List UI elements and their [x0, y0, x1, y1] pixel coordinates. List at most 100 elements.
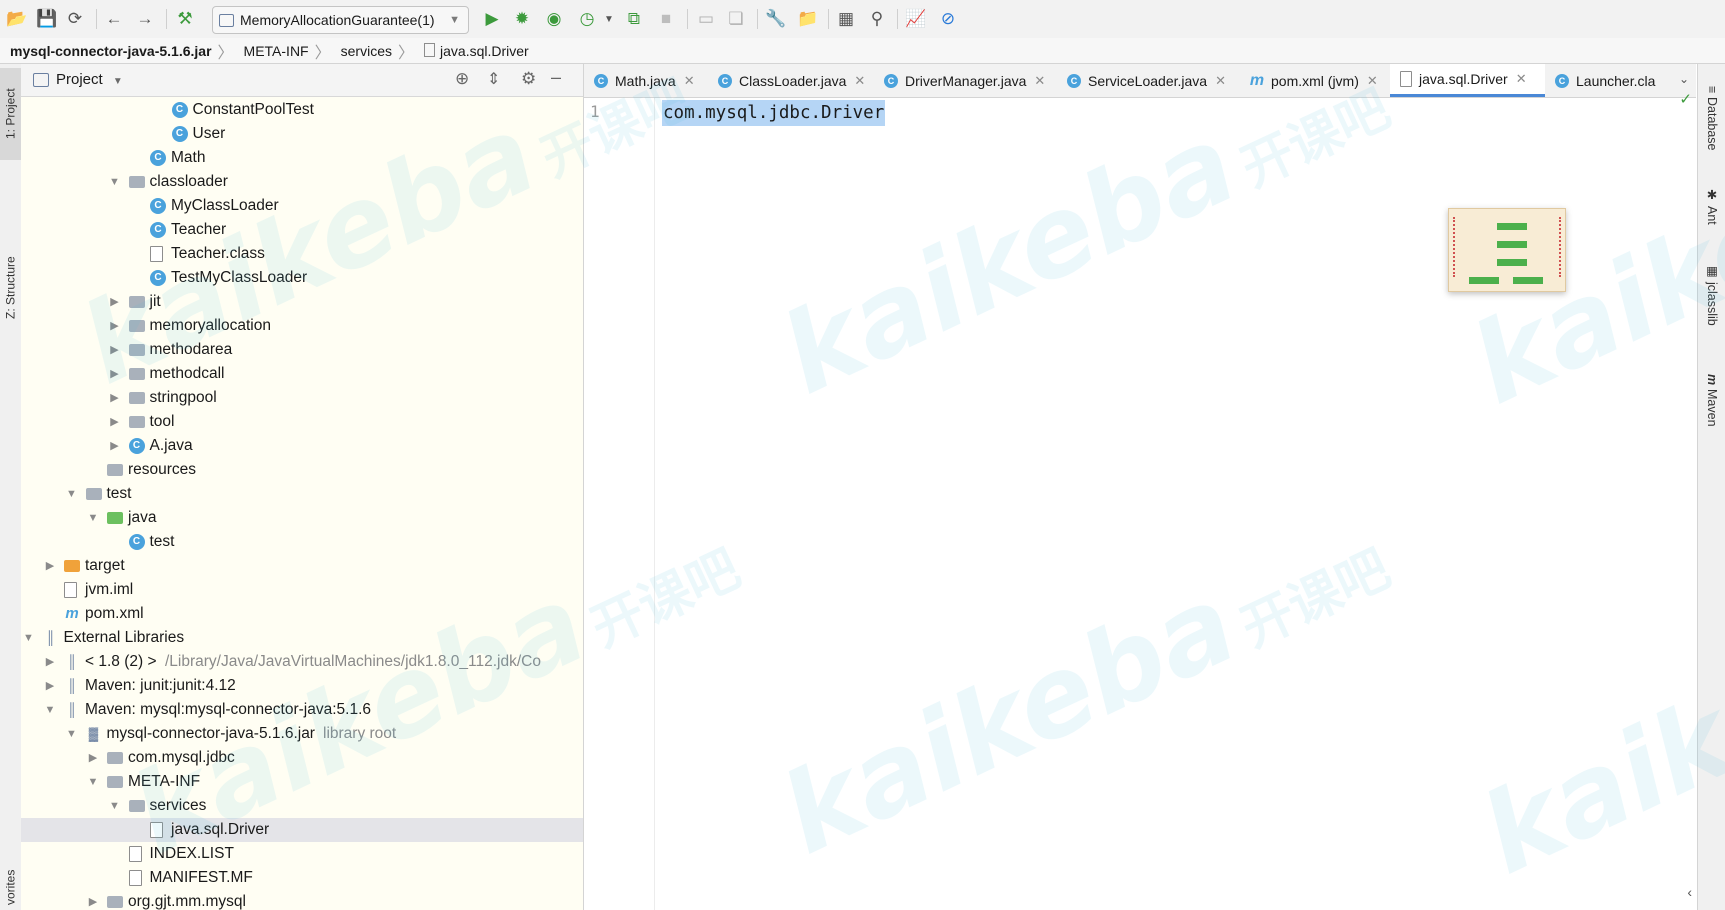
project-tool-tab[interactable]: 1: Project: [0, 68, 21, 160]
code-line-selected[interactable]: com.mysql.jdbc.Driver: [662, 100, 886, 126]
expand-arrow-open-icon[interactable]: ▼: [86, 770, 100, 794]
close-icon[interactable]: ✕: [854, 73, 865, 89]
tree-row[interactable]: resources: [21, 458, 583, 482]
tree-row[interactable]: ▶ methodcall: [21, 362, 583, 386]
chevron-down-icon[interactable]: ▼: [598, 8, 620, 30]
debug-icon[interactable]: ✹: [511, 8, 533, 30]
expand-arrow-open-icon[interactable]: ▼: [65, 722, 79, 746]
chevron-down-icon[interactable]: ⌄: [1679, 72, 1689, 86]
forward-icon[interactable]: →: [134, 8, 156, 30]
open-folder-icon[interactable]: 📂: [6, 8, 28, 30]
expand-arrow-closed-icon[interactable]: ▶: [86, 890, 100, 910]
tree-row[interactable]: ▶ target: [21, 554, 583, 578]
tree-row[interactable]: ▶ ║ Maven: junit:junit:4.12: [21, 674, 583, 698]
locate-file-icon[interactable]: ⊕: [455, 69, 469, 89]
run-configuration-select[interactable]: MemoryAllocationGuarantee(1) ▼: [212, 6, 469, 34]
tree-row[interactable]: ▼ classloader: [21, 170, 583, 194]
tree-row[interactable]: ▶ C A.java: [21, 434, 583, 458]
gear-icon[interactable]: ⚙: [521, 69, 536, 89]
tree-row[interactable]: ▶ methodarea: [21, 338, 583, 362]
tree-row[interactable]: C MyClassLoader: [21, 194, 583, 218]
tree-row[interactable]: m pom.xml: [21, 602, 583, 626]
tree-row[interactable]: MANIFEST.MF: [21, 866, 583, 890]
tree-row[interactable]: C User: [21, 122, 583, 146]
tree-row[interactable]: ▼ services: [21, 794, 583, 818]
expand-arrow-closed-icon[interactable]: ▶: [43, 554, 57, 578]
collapse-all-icon[interactable]: ⇕: [487, 69, 500, 89]
search-icon[interactable]: ⚲: [866, 8, 888, 30]
back-icon[interactable]: ←: [103, 8, 125, 30]
tree-row[interactable]: C Teacher: [21, 218, 583, 242]
tree-row[interactable]: INDEX.LIST: [21, 842, 583, 866]
close-icon[interactable]: ✕: [1215, 73, 1226, 89]
sync-icon[interactable]: ⟳: [64, 8, 86, 30]
expand-arrow-closed-icon[interactable]: ▶: [108, 338, 122, 362]
power-save-icon[interactable]: ⊘: [937, 8, 959, 30]
profile-icon[interactable]: ◷: [576, 8, 598, 30]
build-hammer-icon[interactable]: ⚒: [174, 8, 196, 30]
tree-row[interactable]: ▶ jit: [21, 290, 583, 314]
expand-arrow-open-icon[interactable]: ▼: [86, 506, 100, 530]
attach-debugger-icon[interactable]: ⧉: [623, 8, 645, 30]
save-icon[interactable]: 💾: [36, 8, 58, 30]
jclasslib-tool-tab[interactable]: ▦ jclasslib: [1698, 244, 1725, 344]
tree-row[interactable]: ▶ tool: [21, 410, 583, 434]
breadcrumb-driver-file[interactable]: java.sql.Driver: [414, 42, 535, 59]
tree-row[interactable]: ▶ stringpool: [21, 386, 583, 410]
tree-row[interactable]: ▶ memoryallocation: [21, 314, 583, 338]
activity-monitor-icon[interactable]: 📈: [905, 8, 927, 30]
expand-arrow-closed-icon[interactable]: ▶: [108, 362, 122, 386]
tree-row[interactable]: C ConstantPoolTest: [21, 98, 583, 122]
expand-arrow-open-icon[interactable]: ▼: [108, 794, 122, 818]
floating-thumbnail[interactable]: [1448, 208, 1566, 292]
tree-row[interactable]: ▼ ▓ mysql-connector-java-5.1.6.jar library …: [21, 722, 583, 746]
device-manager-icon[interactable]: ❏: [725, 8, 747, 30]
editor-tab[interactable]: C ClassLoader.java ✕: [708, 64, 874, 97]
tree-row[interactable]: ▼ META-INF: [21, 770, 583, 794]
expand-arrow-closed-icon[interactable]: ▶: [108, 434, 122, 458]
hide-panel-icon[interactable]: –: [551, 67, 561, 88]
expand-arrow-open-icon[interactable]: ▼: [22, 626, 36, 650]
tree-row[interactable]: Teacher.class: [21, 242, 583, 266]
tree-row[interactable]: ▼ test: [21, 482, 583, 506]
coverage-icon[interactable]: ◉: [543, 8, 565, 30]
expand-arrow-closed-icon[interactable]: ▶: [108, 386, 122, 410]
tree-row[interactable]: jvm.iml: [21, 578, 583, 602]
editor-tab[interactable]: C DriverManager.java ✕: [874, 64, 1057, 97]
device-icon[interactable]: ▭: [695, 8, 717, 30]
tree-row[interactable]: ▼ java: [21, 506, 583, 530]
tree-row[interactable]: Ctest: [21, 530, 583, 554]
tree-row[interactable]: C Math: [21, 146, 583, 170]
close-icon[interactable]: ✕: [1516, 71, 1527, 87]
expand-arrow-closed-icon[interactable]: ▶: [86, 746, 100, 770]
tree-row[interactable]: ▶ com.mysql.jdbc: [21, 746, 583, 770]
breadcrumb-services[interactable]: services: [331, 43, 398, 59]
editor-tab[interactable]: C Math.java ✕: [584, 64, 708, 97]
tree-row[interactable]: C TestMyClassLoader: [21, 266, 583, 290]
breadcrumb-meta-inf[interactable]: META-INF: [234, 43, 315, 59]
terminal-icon[interactable]: ▦: [835, 8, 857, 30]
editor-tab[interactable]: m pom.xml (jvm) ✕: [1240, 64, 1390, 97]
expand-arrow-closed-icon[interactable]: ▶: [43, 674, 57, 698]
ant-tool-tab[interactable]: ✱ Ant: [1698, 180, 1725, 232]
close-icon[interactable]: ✕: [684, 73, 695, 89]
breadcrumb-jar[interactable]: mysql-connector-java-5.1.6.jar: [0, 43, 218, 59]
close-icon[interactable]: ✕: [1367, 73, 1378, 89]
run-icon[interactable]: ▶: [481, 8, 503, 30]
code-editor[interactable]: com.mysql.jdbc.Driver ✓ ‹: [655, 91, 1696, 910]
expand-arrow-closed-icon[interactable]: ▶: [108, 410, 122, 434]
expand-arrow-open-icon[interactable]: ▼: [43, 698, 57, 722]
expand-arrow-open-icon[interactable]: ▼: [65, 482, 79, 506]
tree-row[interactable]: ▼ ║ Maven: mysql:mysql-connector-java:5.1.…: [21, 698, 583, 722]
tree-row[interactable]: ▶ ║ < 1.8 (2) > /Library/Java/JavaVirtualMa…: [21, 650, 583, 674]
maven-tool-tab[interactable]: m Maven: [1698, 360, 1725, 440]
tree-row[interactable]: ▶ org.gjt.mm.mysql: [21, 890, 583, 910]
structure-tool-tab[interactable]: Z: Structure: [0, 240, 21, 336]
stop-icon[interactable]: ■: [655, 8, 677, 30]
tree-row[interactable]: ▼ ║ External Libraries: [21, 626, 583, 650]
expand-arrow-closed-icon[interactable]: ▶: [43, 650, 57, 674]
expand-arrow-open-icon[interactable]: ▼: [108, 170, 122, 194]
settings-wrench-icon[interactable]: 🔧: [765, 8, 787, 30]
tree-row[interactable]: java.sql.Driver: [21, 818, 583, 842]
close-icon[interactable]: ✕: [1034, 73, 1045, 89]
